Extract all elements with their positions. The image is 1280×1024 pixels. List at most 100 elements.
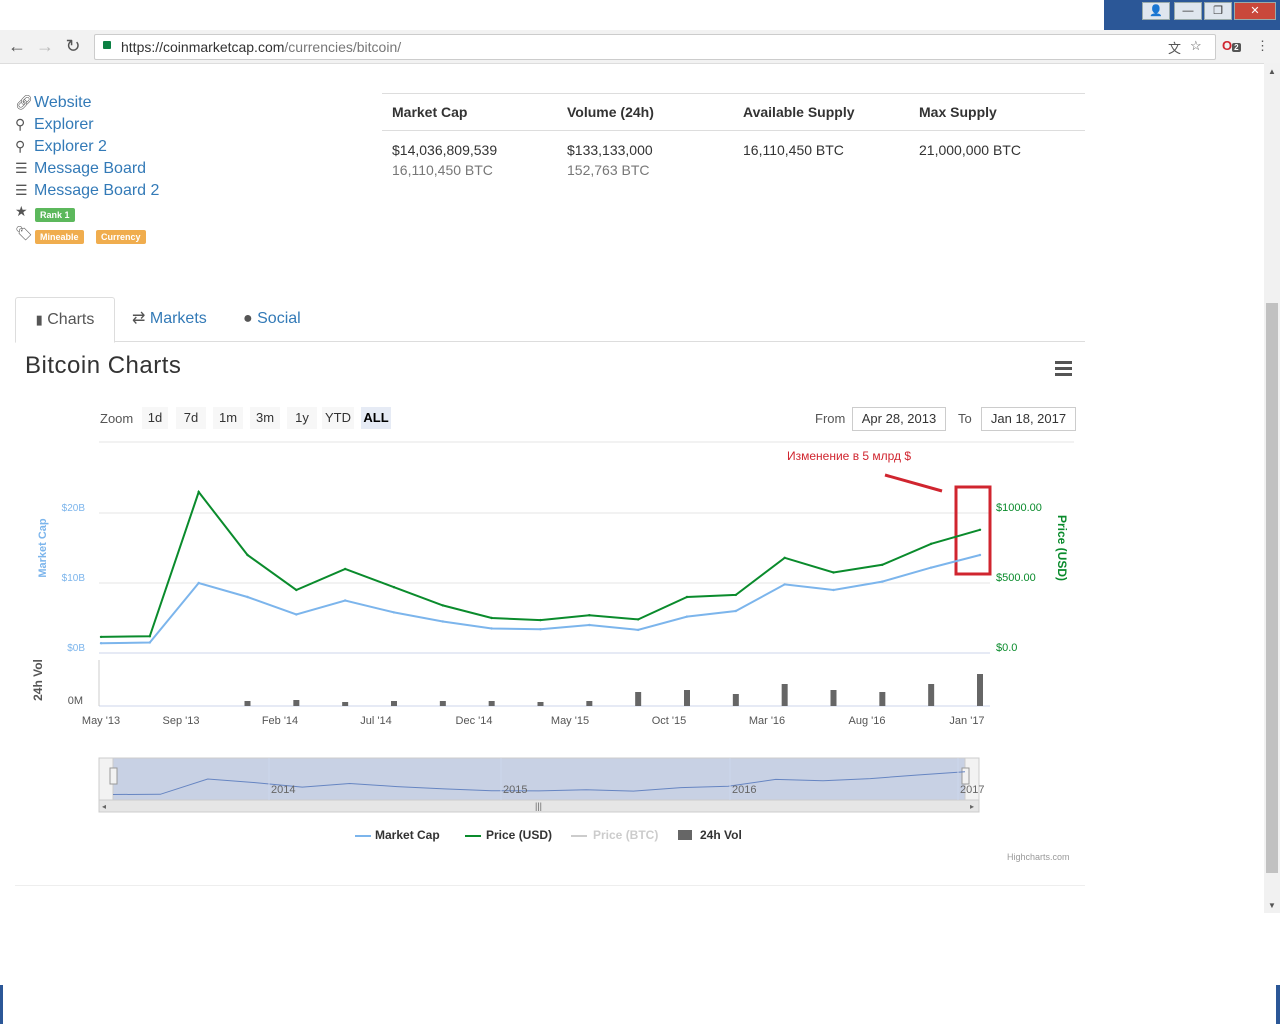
data-point — [295, 588, 298, 592]
data-point — [246, 553, 249, 557]
x-tick-label: Sep '13 — [163, 715, 200, 727]
navigator-mask[interactable] — [112, 757, 966, 801]
volume-bar — [293, 700, 300, 706]
annotation-arrow — [884, 473, 943, 493]
data-point — [99, 642, 103, 645]
volume-axis-title: 24h Vol — [31, 659, 45, 701]
data-point — [490, 616, 493, 620]
data-point — [832, 571, 835, 574]
volume-bar — [830, 690, 837, 706]
desktop-edge-left — [0, 985, 3, 1024]
data-point — [490, 627, 493, 630]
bitcoin-chart: ◂ ▸ ||| 2014 2015 2016 2017 May '13 Sep '13 F… — [31, 441, 1074, 813]
scroll-up-icon[interactable]: ▲ — [1268, 67, 1276, 76]
x-tick-label: May '15 — [551, 715, 589, 727]
data-point — [685, 615, 689, 618]
desktop-edge-right — [1276, 985, 1280, 1024]
volume-bar — [391, 701, 397, 706]
data-point — [588, 614, 591, 617]
data-point — [343, 599, 347, 602]
data-point — [539, 628, 542, 631]
legend-item-volume[interactable]: 24h Vol — [700, 828, 742, 842]
legend-symbol-market-cap — [355, 835, 371, 837]
scrollbar-thumb[interactable] — [1266, 303, 1278, 873]
data-point — [343, 567, 347, 571]
legend-item-price-usd[interactable]: Price (USD) — [486, 828, 552, 842]
data-point — [636, 628, 640, 632]
data-point — [978, 553, 982, 557]
navigator-year-label: 2014 — [271, 784, 295, 796]
page-scrollbar[interactable]: ▲ ▼ — [1264, 63, 1280, 913]
legend-symbol-volume — [678, 830, 692, 840]
legend-symbol-price-btc — [571, 835, 587, 837]
navigator-year-label: 2015 — [503, 784, 527, 796]
legend-symbol-price-usd — [465, 835, 481, 837]
data-point — [392, 586, 396, 589]
scroll-right-icon[interactable]: ▸ — [970, 802, 974, 811]
section-divider — [15, 885, 1085, 886]
navigator-handle-left[interactable] — [109, 767, 118, 785]
data-point — [978, 528, 982, 531]
highlight-box — [954, 485, 992, 576]
data-point — [246, 595, 249, 599]
left-axis-tick: $0B — [67, 643, 85, 654]
data-point — [197, 581, 200, 585]
legend-item-market-cap[interactable]: Market Cap — [375, 828, 440, 842]
data-point — [929, 542, 933, 545]
x-tick-label: Dec '14 — [456, 715, 493, 727]
data-point — [99, 635, 103, 639]
highcharts-credits[interactable]: Highcharts.com — [1007, 852, 1070, 862]
legend-item-price-btc[interactable]: Price (BTC) — [593, 828, 658, 842]
data-point — [636, 618, 640, 621]
data-point — [734, 609, 738, 613]
volume-bar — [488, 701, 495, 706]
right-axis-title: Price (USD) — [1055, 515, 1069, 581]
x-tick-label: Aug '16 — [849, 715, 886, 727]
data-point — [148, 641, 152, 644]
volume-bar — [977, 674, 983, 706]
scroll-down-icon[interactable]: ▼ — [1268, 901, 1276, 910]
volume-bar — [684, 690, 690, 706]
volume-bar — [244, 701, 251, 706]
right-axis-tick: $1000.00 — [996, 502, 1042, 514]
volume-bar — [342, 702, 349, 706]
x-tick-label: Oct '15 — [652, 715, 687, 727]
data-point — [148, 635, 152, 638]
series-line-price-usd- — [100, 489, 981, 638]
annotation-text: Изменение в 5 млрд $ — [787, 449, 912, 463]
data-point — [441, 620, 445, 623]
x-tick-label: May '13 — [82, 715, 120, 727]
data-point — [832, 588, 835, 592]
scroll-grip-icon[interactable]: ||| — [535, 801, 542, 811]
data-point — [441, 604, 445, 607]
data-point — [197, 490, 200, 494]
data-point — [685, 595, 689, 599]
navigator-handle-right[interactable] — [961, 767, 970, 785]
navigator-year-label: 2017 — [960, 784, 984, 796]
data-point — [929, 566, 933, 569]
x-tick-label: Feb '14 — [262, 715, 298, 727]
volume-bar — [781, 684, 788, 706]
data-point — [783, 583, 786, 586]
data-point — [881, 580, 884, 583]
scroll-left-icon[interactable]: ◂ — [102, 802, 106, 811]
data-point — [734, 593, 738, 597]
volume-bar — [928, 684, 935, 706]
left-axis-tick: $10B — [62, 573, 86, 584]
right-axis-tick: $0.0 — [996, 642, 1017, 654]
right-axis-tick: $500.00 — [996, 572, 1036, 584]
data-point — [295, 613, 298, 616]
volume-bar — [879, 692, 886, 706]
navigator-year-label: 2016 — [732, 784, 756, 796]
x-tick-label: Mar '16 — [749, 715, 785, 727]
data-point — [392, 611, 396, 614]
volume-bar — [537, 702, 544, 706]
left-axis-tick: $20B — [62, 503, 86, 514]
data-point — [588, 623, 591, 627]
left-axis-title: Market Cap — [37, 518, 49, 578]
x-tick-label: Jan '17 — [949, 715, 984, 727]
data-point — [783, 556, 786, 559]
volume-axis-tick: 0M — [68, 695, 83, 707]
volume-bar — [586, 701, 593, 706]
volume-bar — [635, 692, 642, 706]
